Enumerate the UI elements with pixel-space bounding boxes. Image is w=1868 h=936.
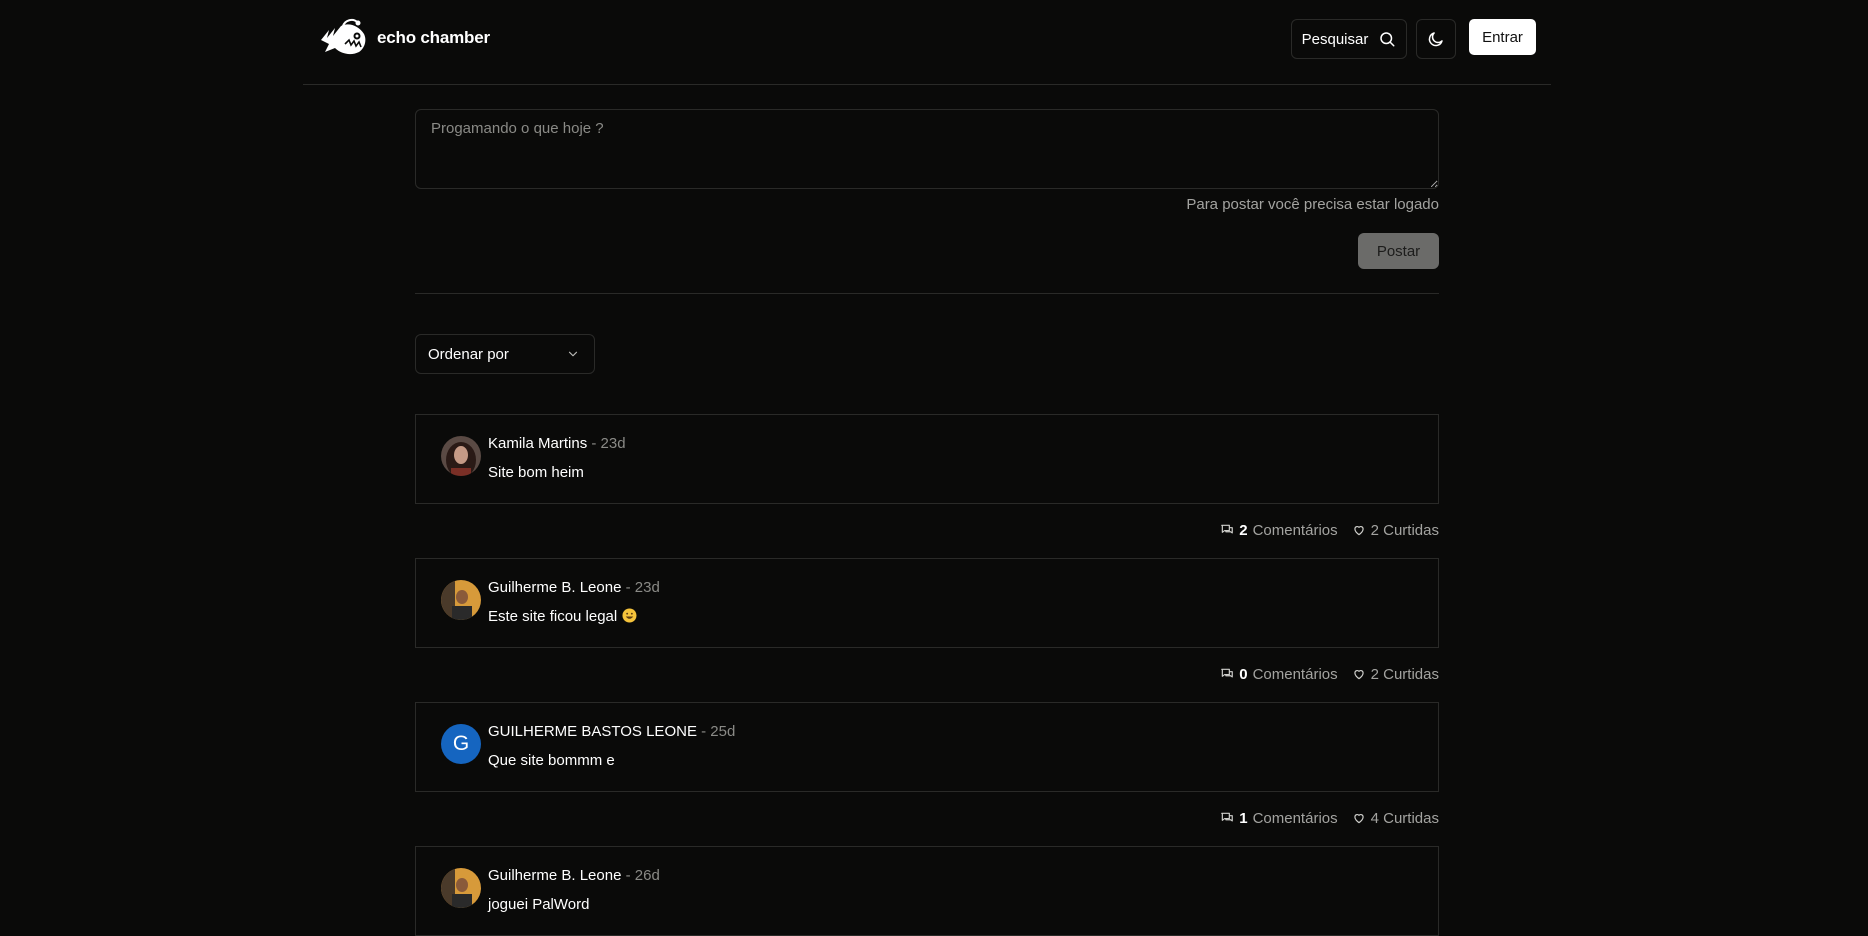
post-actions: 1 Comentários 4 Curtidas	[415, 808, 1439, 828]
comments-icon	[1221, 812, 1234, 822]
comments-button[interactable]: 2 Comentários	[1220, 521, 1338, 539]
post-text: Site bom heim	[488, 464, 584, 481]
post-button[interactable]: Postar	[1358, 233, 1439, 269]
comments-icon	[1221, 668, 1234, 678]
post-text: Que site bommm e	[488, 752, 615, 769]
post-text: joguei PalWord	[488, 896, 590, 913]
avatar-letter: G	[441, 724, 481, 764]
comments-label: Comentários	[1252, 521, 1338, 539]
grinning-emoji-icon	[622, 608, 637, 623]
comments-label: Comentários	[1252, 809, 1338, 827]
post-actions: 2 Comentários 2 Curtidas	[415, 520, 1439, 540]
moon-icon	[1428, 32, 1443, 47]
post-author[interactable]: Kamila Martins	[488, 435, 587, 452]
sort-select[interactable]: Ordenar por	[415, 334, 595, 374]
post-author[interactable]: GUILHERME BASTOS LEONE	[488, 723, 697, 740]
post-meta: GUILHERME BASTOS LEONE - 25d	[488, 723, 735, 740]
comments-button[interactable]: 0 Comentários	[1220, 665, 1338, 683]
like-button[interactable]: 4 Curtidas	[1352, 810, 1439, 827]
meta-separator: -	[621, 579, 635, 596]
likes-label: 2 Curtidas	[1370, 521, 1439, 539]
post-card[interactable]: Guilherme B. Leone - 26d joguei PalWord	[415, 846, 1439, 936]
post-time: 23d	[600, 435, 626, 452]
sort-label: Ordenar por	[428, 345, 509, 363]
post-composer-input[interactable]	[415, 109, 1439, 189]
post-meta: Guilherme B. Leone - 26d	[488, 867, 660, 884]
heart-icon	[1353, 814, 1364, 824]
top-navbar: echo chamber Pesquisar Entrar	[303, 0, 1551, 85]
search-icon	[1380, 32, 1395, 47]
post-text-row: Este site ficou legal	[488, 608, 637, 625]
post-card[interactable]: Guilherme B. Leone - 23d Este site ficou…	[415, 558, 1439, 648]
post-card[interactable]: G GUILHERME BASTOS LEONE - 25d Que site …	[415, 702, 1439, 792]
like-button[interactable]: 2 Curtidas	[1352, 522, 1439, 539]
login-button[interactable]: Entrar	[1469, 19, 1536, 55]
heart-icon	[1353, 670, 1364, 680]
post-time: 25d	[710, 723, 736, 740]
meta-separator: -	[621, 867, 635, 884]
login-required-hint: Para postar você precisa estar logado	[1186, 196, 1439, 213]
likes-label: 2 Curtidas	[1370, 665, 1439, 683]
post-meta: Kamila Martins - 23d	[488, 435, 626, 452]
anglerfish-logo-icon	[321, 18, 366, 55]
post-text: Este site ficou legal	[488, 608, 618, 625]
post-author[interactable]: Guilherme B. Leone	[488, 867, 621, 884]
logo-text: echo chamber	[377, 28, 490, 47]
post-meta: Guilherme B. Leone - 23d	[488, 579, 660, 596]
post-time: 23d	[634, 579, 660, 596]
logo[interactable]: echo chamber	[319, 18, 490, 58]
comments-count: 2	[1239, 521, 1248, 539]
chevron-down-icon	[568, 351, 578, 357]
search-label: Pesquisar	[1301, 30, 1369, 48]
post-card[interactable]: Kamila Martins - 23d Site bom heim	[415, 414, 1439, 504]
avatar[interactable]	[441, 868, 481, 908]
comments-count: 0	[1239, 665, 1248, 683]
heart-icon	[1353, 526, 1364, 536]
theme-toggle-button[interactable]	[1416, 19, 1456, 59]
avatar[interactable]	[441, 436, 481, 476]
post-actions: 0 Comentários 2 Curtidas	[415, 664, 1439, 684]
divider	[415, 293, 1439, 294]
avatar-photo	[441, 580, 481, 620]
like-button[interactable]: 2 Curtidas	[1352, 666, 1439, 683]
meta-separator: -	[587, 435, 601, 452]
comments-label: Comentários	[1252, 665, 1338, 683]
comments-button[interactable]: 1 Comentários	[1220, 809, 1338, 827]
avatar-photo	[441, 868, 481, 908]
avatar[interactable]: G	[441, 724, 481, 764]
likes-label: 4 Curtidas	[1370, 809, 1439, 827]
comments-count: 1	[1239, 809, 1248, 827]
post-author[interactable]: Guilherme B. Leone	[488, 579, 621, 596]
search-button[interactable]: Pesquisar	[1291, 19, 1407, 59]
meta-separator: -	[696, 723, 711, 740]
avatar[interactable]	[441, 580, 481, 620]
avatar-photo	[441, 436, 481, 476]
post-time: 26d	[634, 867, 660, 884]
comments-icon	[1221, 524, 1234, 534]
